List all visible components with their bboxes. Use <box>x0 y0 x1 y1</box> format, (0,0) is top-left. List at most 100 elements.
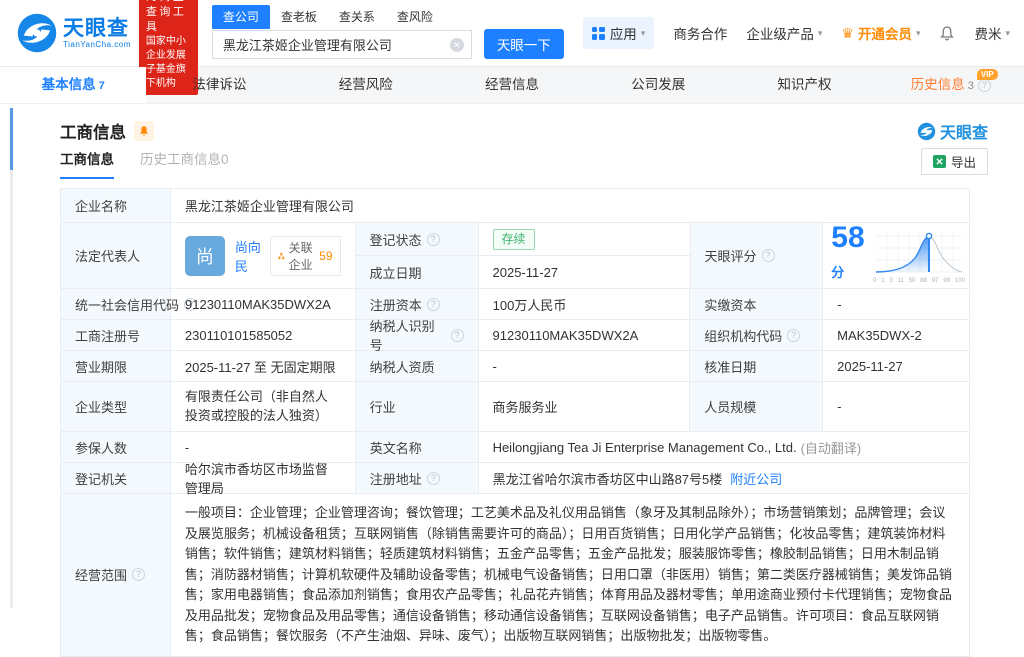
field-label: 登记机关 <box>61 463 171 494</box>
info-icon[interactable]: ? <box>762 249 775 262</box>
field-label: 营业期限 <box>61 351 171 382</box>
business-term-value: 2025-11-27 至 无固定期限 <box>171 351 356 382</box>
open-vip-menu[interactable]: ♛ 开通会员 ▾ <box>841 23 920 43</box>
avatar[interactable]: 尚 <box>185 236 225 276</box>
field-label: 英文名称 <box>356 432 479 463</box>
field-label: 企业类型 <box>61 382 171 432</box>
table-row: 工商注册号 230110101585052 纳税人识别号? 91230110MA… <box>61 320 970 351</box>
info-icon[interactable]: ? <box>132 568 145 581</box>
info-icon[interactable]: ? <box>451 329 464 342</box>
reg-capital-value: 100万人民币 <box>479 289 691 320</box>
field-label: 人员规模 <box>690 382 823 432</box>
search-input[interactable] <box>212 30 472 59</box>
business-scope-value: 一般项目：企业管理；企业管理咨询；餐饮管理；工艺美术品及礼仪用品销售（象牙及其制… <box>171 494 970 657</box>
nearby-companies-link[interactable]: 附近公司 <box>730 469 782 488</box>
field-label: 企业名称 <box>61 189 171 223</box>
clear-icon[interactable]: ✕ <box>450 38 464 52</box>
establish-date-value: 2025-11-27 <box>479 256 691 289</box>
search-tab-risk[interactable]: 查风险 <box>386 5 444 29</box>
tianyancha-logo[interactable]: 天眼查 TianYanCha.com <box>16 12 131 54</box>
company-type-value: 有限责任公司（非自然人投资或控股的法人独资） <box>171 382 356 432</box>
brand-domain: TianYanCha.com <box>63 40 131 49</box>
apps-grid-icon <box>592 27 605 40</box>
company-nav-tabs: 基本信息7 法律诉讼 经营风险 经营信息 公司发展 知识产权 历史信息3? VI… <box>0 67 1024 104</box>
chevron-down-icon: ▾ <box>916 28 921 39</box>
subscribe-bell-icon[interactable] <box>134 121 154 141</box>
score-cell: 58分 <box>823 223 970 289</box>
field-label: 核准日期 <box>690 351 823 382</box>
table-row: 统一社会信用代码? 91230110MAK35DWX2A 注册资本? 100万人… <box>61 289 970 320</box>
subtab-business-info[interactable]: 工商信息 <box>60 148 114 179</box>
field-label: 登记状态? <box>356 223 479 256</box>
tab-basic-info[interactable]: 基本信息7 <box>0 67 146 103</box>
info-icon[interactable]: ? <box>427 298 440 311</box>
table-row: 企业类型 有限责任公司（非自然人投资或控股的法人独资） 行业 商务服务业 人员规… <box>61 382 970 432</box>
legal-rep-link[interactable]: 尚向民 <box>235 237 261 275</box>
org-code-value: MAK35DWX-2 <box>823 320 970 351</box>
related-companies-badge[interactable]: 关联企业 59 <box>270 236 341 276</box>
watermark-logo: 天眼查 <box>917 119 988 143</box>
credit-code-value: 91230110MAK35DWX2A <box>171 289 356 320</box>
tab-operation-risk[interactable]: 经营风险 <box>293 67 439 103</box>
field-label: 成立日期 <box>356 256 479 289</box>
subtab-history-business-info[interactable]: 历史工商信息0 <box>140 148 229 179</box>
taxpayer-id-value: 91230110MAK35DWX2A <box>479 320 691 351</box>
field-label: 组织机构代码? <box>690 320 823 351</box>
field-label: 参保人数 <box>61 432 171 463</box>
field-label: 经营范围? <box>61 494 171 657</box>
tianyancha-logo-icon <box>16 12 58 54</box>
search-area: 查公司 查老板 查关系 查风险 ✕ 天眼一下 <box>212 7 564 59</box>
reg-status-cell: 存续 <box>479 223 691 256</box>
address-value: 黑龙江省哈尔滨市香坊区中山路87号5楼附近公司 <box>479 463 970 494</box>
info-icon[interactable]: ? <box>427 233 440 246</box>
excel-icon <box>933 155 946 168</box>
field-label: 天眼评分? <box>691 223 824 289</box>
taxpayer-quality-value: - <box>479 351 691 382</box>
english-name-value: Heilongjiang Tea Ji Enterprise Managemen… <box>479 432 970 463</box>
export-button[interactable]: 导出 <box>921 148 988 175</box>
auto-translate-note: (自动翻译) <box>801 438 862 457</box>
info-icon[interactable]: ? <box>427 472 440 485</box>
field-label: 注册地址? <box>356 463 479 494</box>
table-row: 企业名称 黑龙江茶姬企业管理有限公司 <box>61 189 970 223</box>
paid-capital-value: - <box>823 289 970 320</box>
help-icon[interactable]: ? <box>978 79 991 92</box>
brand-name: 天眼查 <box>63 18 131 40</box>
tab-history-info[interactable]: 历史信息3? VIP <box>878 67 1024 103</box>
reg-number-value: 230110101585052 <box>171 320 356 351</box>
info-icon[interactable]: ? <box>787 329 800 342</box>
left-scroll-rail[interactable] <box>10 108 13 608</box>
tab-legal-litigation[interactable]: 法律诉讼 <box>146 67 292 103</box>
chevron-down-icon: ▾ <box>1005 28 1010 39</box>
company-name-value: 黑龙江茶姬企业管理有限公司 <box>171 189 970 223</box>
staff-size-value: - <box>823 382 970 432</box>
field-label: 实缴资本 <box>690 289 823 320</box>
search-button[interactable]: 天眼一下 <box>484 29 564 59</box>
table-row: 营业期限 2025-11-27 至 无固定期限 纳税人资质 - 核准日期 202… <box>61 351 970 382</box>
user-menu[interactable]: 费米 ▾ <box>974 23 1010 43</box>
tab-operation-info[interactable]: 经营信息 <box>439 67 585 103</box>
tab-company-development[interactable]: 公司发展 <box>585 67 731 103</box>
top-header: 天眼查 TianYanCha.com 都在用的商业查询工具 国家中小企业发展子基… <box>0 0 1024 67</box>
section-title: 工商信息 <box>60 119 126 143</box>
score-value: 58分 <box>831 223 869 288</box>
notification-bell-icon[interactable] <box>939 25 955 41</box>
field-label: 行业 <box>356 382 479 432</box>
org-chart-icon <box>278 250 285 262</box>
business-info-table: 企业名称 黑龙江茶姬企业管理有限公司 法定代表人 尚 尚向民 关联企业 59 登… <box>60 188 970 657</box>
table-row: 登记机关 哈尔滨市香坊区市场监督管理局 注册地址? 黑龙江省哈尔滨市香坊区中山路… <box>61 463 970 494</box>
search-tab-relation[interactable]: 查关系 <box>328 5 386 29</box>
field-label: 纳税人识别号? <box>356 320 479 351</box>
crown-icon: ♛ <box>841 25 854 42</box>
business-cooperation-menu[interactable]: 商务合作 <box>673 23 727 43</box>
apps-menu[interactable]: 应用 ▾ <box>583 17 655 49</box>
vip-badge: VIP <box>977 69 998 80</box>
search-tab-boss[interactable]: 查老板 <box>270 5 328 29</box>
score-axis-ticks: 0131150889799100 <box>873 278 965 284</box>
tab-intellectual-property[interactable]: 知识产权 <box>731 67 877 103</box>
status-badge: 存续 <box>493 229 535 250</box>
enterprise-products-menu[interactable]: 企业级产品 ▾ <box>746 23 822 43</box>
chevron-down-icon: ▾ <box>818 28 823 39</box>
registry-value: 哈尔滨市香坊区市场监督管理局 <box>171 463 356 494</box>
search-tab-company[interactable]: 查公司 <box>212 5 270 29</box>
